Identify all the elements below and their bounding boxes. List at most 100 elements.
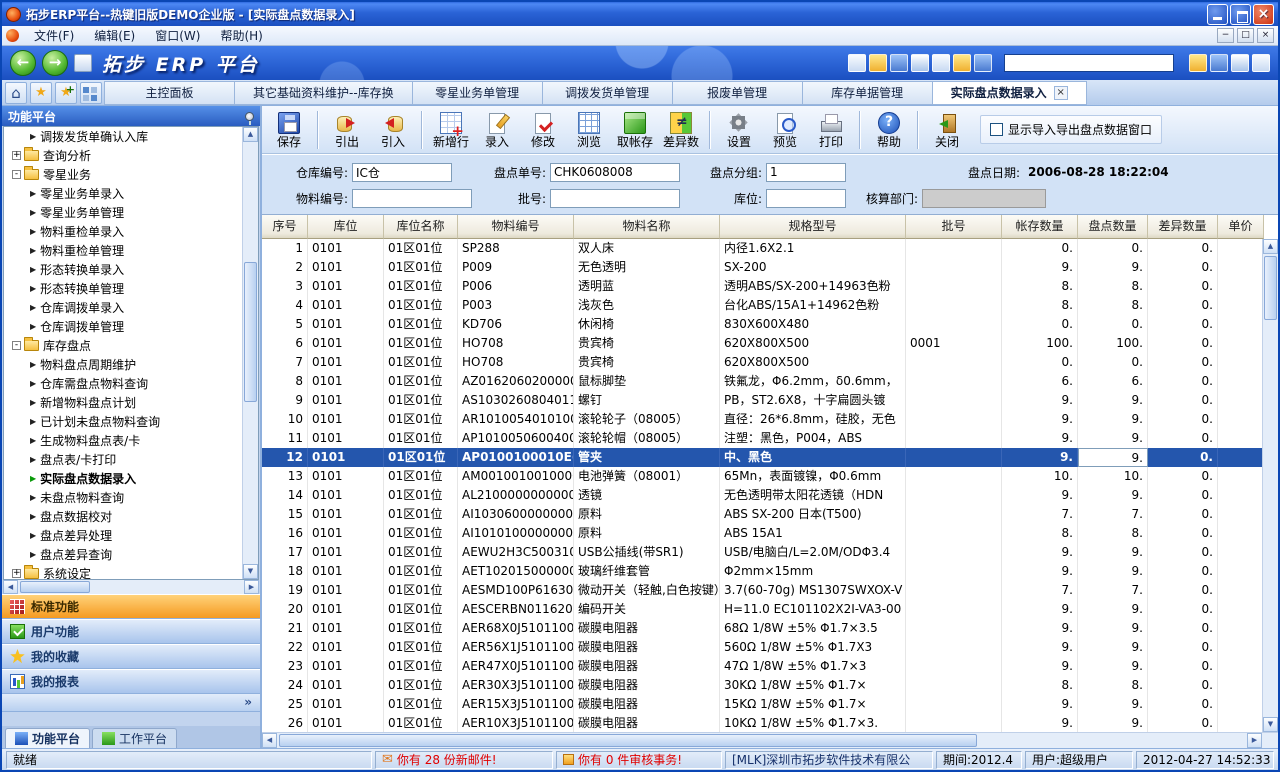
back-button[interactable]: [10, 50, 36, 76]
scroll-thumb[interactable]: [244, 262, 257, 402]
monitor-icon[interactable]: [1231, 54, 1249, 72]
nav-mini-icon[interactable]: [74, 54, 92, 72]
scroll-track[interactable]: [243, 142, 258, 564]
table-row[interactable]: 17010101区01位AEWU2H3C5003100USB公插线(带SR1)U…: [262, 543, 1262, 562]
scroll-up-button[interactable]: ▲: [243, 127, 258, 142]
table-row[interactable]: 21010101区01位AER68X0J5101100碳膜电阻器68Ω 1/8W…: [262, 619, 1262, 638]
tree-item[interactable]: 未盘点物料查询: [4, 488, 242, 507]
table-row[interactable]: 10010101区01位AR1010054010100滚轮轮子（08005）直径…: [262, 410, 1262, 429]
tree-item[interactable]: 物料重检单录入: [4, 222, 242, 241]
table-vertical-scrollbar[interactable]: ▲ ▼: [1262, 239, 1278, 732]
minimize-button[interactable]: [1207, 4, 1228, 25]
tree-item[interactable]: 盘点表/卡打印: [4, 450, 242, 469]
accordion-item[interactable]: 我的报表: [2, 669, 260, 694]
column-header[interactable]: 库位名称: [384, 215, 458, 239]
scroll-down-button[interactable]: ▼: [1263, 717, 1278, 732]
add-row-button[interactable]: 新增行: [428, 107, 474, 153]
table-row[interactable]: 4010101区01位P003浅灰色台化ABS/15A1+14962色粉8.8.…: [262, 296, 1262, 315]
table-row[interactable]: 23010101区01位AER47X0J5101100碳膜电阻器47Ω 1/8W…: [262, 657, 1262, 676]
show-import-export-checkbox[interactable]: [990, 123, 1003, 136]
child-close-button[interactable]: ×: [1257, 28, 1274, 43]
help-button[interactable]: 帮助: [866, 107, 912, 153]
modify-button[interactable]: 修改: [520, 107, 566, 153]
import-button[interactable]: 引入: [370, 107, 416, 153]
table-row[interactable]: 19010101区01位AESMD100P616300微动开关（轻触,白色按键）…: [262, 581, 1262, 600]
tab-6[interactable]: 库存单据管理: [802, 81, 932, 105]
pin-icon[interactable]: [245, 112, 254, 121]
warehouse-code-input[interactable]: [352, 163, 452, 182]
accordion-more-row[interactable]: »: [2, 694, 260, 712]
column-header[interactable]: 差异数量: [1148, 215, 1218, 239]
table-row[interactable]: 5010101区01位KD706休闲椅830X600X4800.0.0.: [262, 315, 1262, 334]
column-header[interactable]: 盘点数量: [1078, 215, 1148, 239]
column-header[interactable]: 批号: [906, 215, 1002, 239]
favorites-star-icon[interactable]: [30, 82, 52, 104]
table-row[interactable]: 26010101区01位AER10X3J5101100碳膜电阻器10KΩ 1/8…: [262, 714, 1262, 732]
close-button[interactable]: [1253, 4, 1274, 25]
calendar-icon[interactable]: [953, 54, 971, 72]
expand-toggle-icon[interactable]: -: [12, 341, 21, 350]
tree-item[interactable]: 形态转换单管理: [4, 279, 242, 298]
sidebar-tab-work-platform[interactable]: 工作平台: [92, 728, 177, 748]
tree-item[interactable]: 仓库需盘点物料查询: [4, 374, 242, 393]
scroll-track[interactable]: [1263, 254, 1278, 717]
expand-toggle-icon[interactable]: +: [12, 151, 21, 160]
tree-item[interactable]: 生成物料盘点表/卡: [4, 431, 242, 450]
preview-button[interactable]: 预览: [762, 107, 808, 153]
menu-item[interactable]: 帮助(H): [211, 26, 271, 45]
browse-button[interactable]: 浏览: [566, 107, 612, 153]
child-minimize-button[interactable]: −: [1217, 28, 1234, 43]
tab-7[interactable]: 实际盘点数据录入×: [932, 81, 1087, 105]
table-row[interactable]: 12010101区01位AP0100100010E(管夹中、黑色9.9.0.: [262, 448, 1262, 467]
table-row[interactable]: 9010101区01位AS1030260804011螺钉PB，ST2.6X8，十…: [262, 391, 1262, 410]
mail-notification[interactable]: 你有 28 份新邮件!: [375, 751, 553, 769]
menu-item[interactable]: 文件(F): [25, 26, 83, 45]
nav-search-input[interactable]: [1004, 54, 1174, 72]
tree-horizontal-scrollbar[interactable]: ◀ ▶: [3, 580, 259, 594]
table-row[interactable]: 14010101区01位AL2100000000000透镜无色透明带太阳花透镜（…: [262, 486, 1262, 505]
entry-button[interactable]: 录入: [474, 107, 520, 153]
tree-item[interactable]: 零星业务单录入: [4, 184, 242, 203]
table-row[interactable]: 8010101区01位AZ0162060200000鼠标脚垫铁氟龙，Φ6.2mm…: [262, 372, 1262, 391]
printer-icon[interactable]: [1210, 54, 1228, 72]
tree-item[interactable]: 零星业务单管理: [4, 203, 242, 222]
tree-item[interactable]: 实际盘点数据录入: [4, 469, 242, 488]
tab-2[interactable]: 其它基础资料维护--库存换: [234, 81, 412, 105]
child-restore-button[interactable]: □: [1237, 28, 1254, 43]
table-row[interactable]: 15010101区01位AI1030600000000原料ABS SX-200 …: [262, 505, 1262, 524]
column-header[interactable]: 物料名称: [574, 215, 720, 239]
scroll-thumb[interactable]: [279, 734, 977, 747]
table-row[interactable]: 3010101区01位P006透明蓝透明ABS/SX-200+14963色粉8.…: [262, 277, 1262, 296]
forward-button[interactable]: [42, 50, 68, 76]
table-row[interactable]: 2010101区01位P009无色透明SX-2009.9.0.: [262, 258, 1262, 277]
column-header[interactable]: 物料编号: [458, 215, 574, 239]
table-row[interactable]: 1010101区01位SP288双人床内径1.6X2.10.0.0.: [262, 239, 1262, 258]
column-header[interactable]: 序号: [262, 215, 308, 239]
material-code-input[interactable]: [352, 189, 472, 208]
table-row[interactable]: 18010101区01位AET102015000000玻璃纤维套管Φ2mm×15…: [262, 562, 1262, 581]
column-header[interactable]: 库位: [308, 215, 384, 239]
scroll-thumb[interactable]: [1264, 256, 1277, 320]
table-row[interactable]: 22010101区01位AER56X1J5101100碳膜电阻器560Ω 1/8…: [262, 638, 1262, 657]
table-horizontal-scrollbar[interactable]: ◀ ▶: [262, 732, 1278, 748]
column-header[interactable]: 单价: [1218, 215, 1264, 239]
get-stock-button[interactable]: 取帐存: [612, 107, 658, 153]
expand-toggle-icon[interactable]: +: [12, 569, 21, 578]
tab-3[interactable]: 零星业务单管理: [412, 81, 542, 105]
tab-5[interactable]: 报废单管理: [672, 81, 802, 105]
restore-button[interactable]: [1230, 4, 1251, 25]
menu-item[interactable]: 窗口(W): [146, 26, 209, 45]
tab-1[interactable]: 主控面板: [104, 81, 234, 105]
print-button[interactable]: 打印: [808, 107, 854, 153]
tree-item[interactable]: 已计划未盘点物料查询: [4, 412, 242, 431]
scroll-up-button[interactable]: ▲: [1263, 239, 1278, 254]
home-icon[interactable]: [5, 82, 27, 104]
tree-item[interactable]: 仓库调拨单录入: [4, 298, 242, 317]
save-button[interactable]: 保存: [266, 107, 312, 153]
tree-item[interactable]: -零星业务: [4, 165, 242, 184]
tree-item[interactable]: +系统设定: [4, 564, 242, 579]
scroll-right-button[interactable]: ▶: [1247, 733, 1262, 748]
layout-icon[interactable]: [869, 54, 887, 72]
tree-item[interactable]: 物料重检单管理: [4, 241, 242, 260]
close-doc-button[interactable]: 关闭: [924, 107, 970, 153]
